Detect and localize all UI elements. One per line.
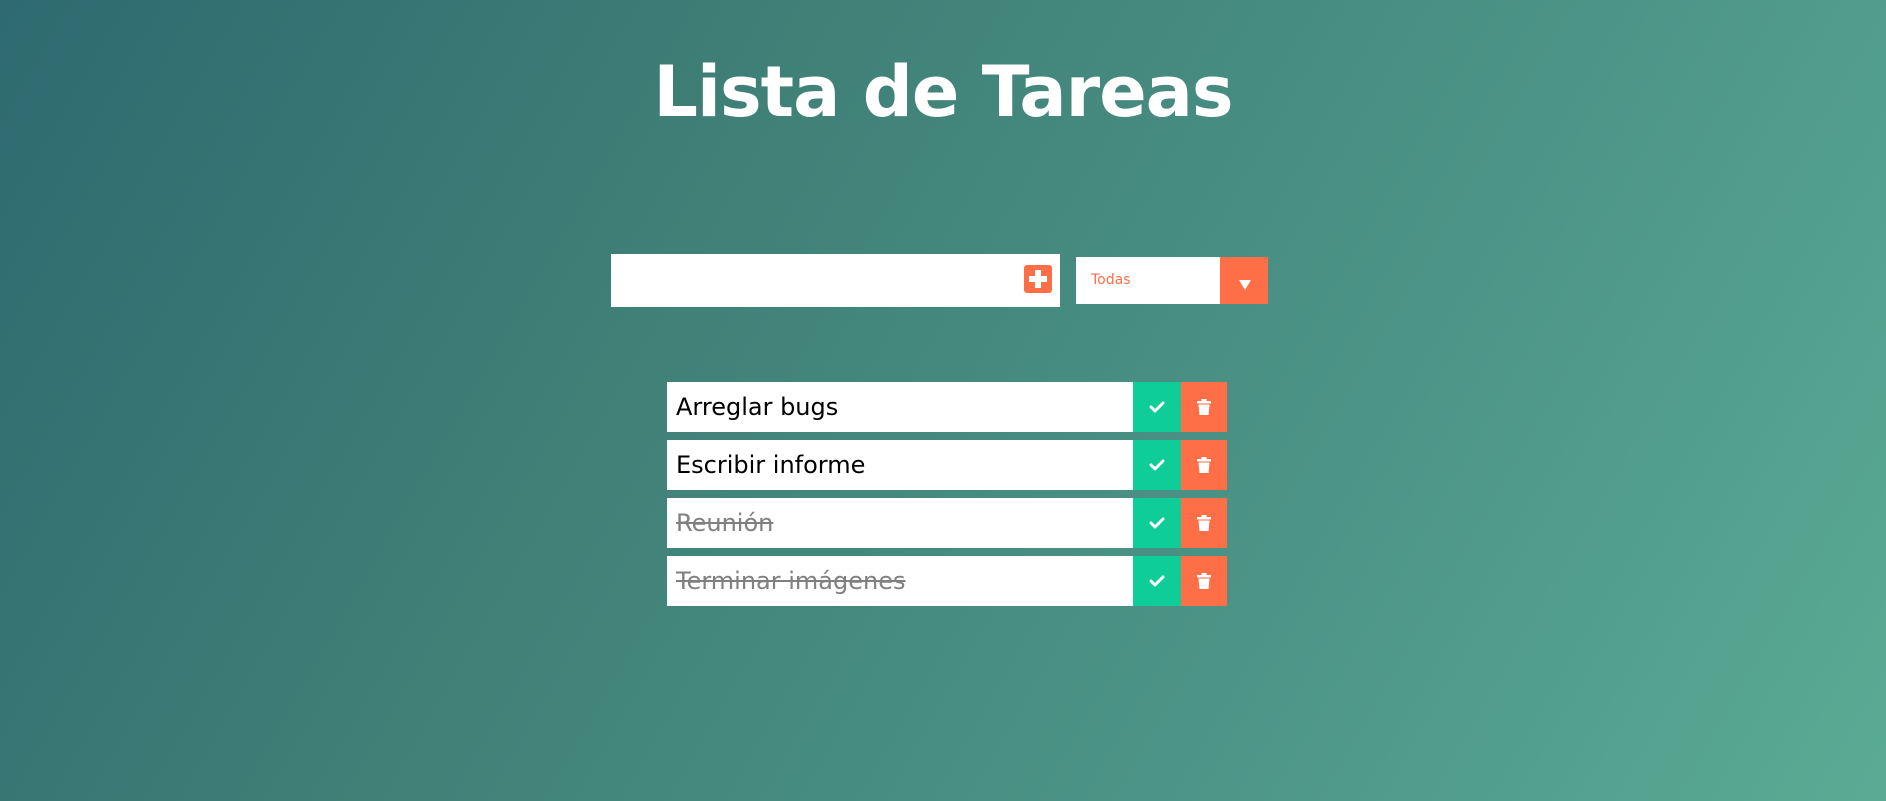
trash-icon [1197, 399, 1211, 415]
todo-text: Arreglar bugs [676, 393, 839, 421]
todo-list: Arreglar bugs Escribir informe Reunión T… [667, 382, 1227, 614]
check-icon [1149, 459, 1165, 471]
todo-text: Escribir informe [676, 451, 866, 479]
check-icon [1149, 401, 1165, 413]
complete-button[interactable] [1133, 556, 1181, 606]
task-input[interactable] [611, 254, 1011, 307]
check-icon [1149, 575, 1165, 587]
trash-icon [1197, 457, 1211, 473]
todo-item: Escribir informe [667, 440, 1227, 490]
delete-button[interactable] [1181, 498, 1227, 548]
delete-button[interactable] [1181, 556, 1227, 606]
filter-select[interactable]: Todas [1076, 257, 1268, 304]
todo-item: Reunión [667, 498, 1227, 548]
page-title: Lista de Tareas [653, 51, 1233, 133]
trash-icon [1197, 573, 1211, 589]
delete-button[interactable] [1181, 382, 1227, 432]
todo-item: Arreglar bugs [667, 382, 1227, 432]
add-task-button[interactable] [1024, 265, 1052, 293]
todo-text: Reunión [676, 509, 774, 537]
filter-selected-value: Todas [1091, 272, 1131, 288]
delete-button[interactable] [1181, 440, 1227, 490]
filter-dropdown-button[interactable] [1220, 257, 1268, 304]
todo-item: Terminar imágenes [667, 556, 1227, 606]
todo-text: Terminar imágenes [676, 567, 906, 595]
trash-icon [1197, 515, 1211, 531]
complete-button[interactable] [1133, 440, 1181, 490]
task-input-container [611, 254, 1060, 307]
caret-down-icon [1239, 280, 1251, 290]
complete-button[interactable] [1133, 382, 1181, 432]
check-icon [1149, 517, 1165, 529]
complete-button[interactable] [1133, 498, 1181, 548]
